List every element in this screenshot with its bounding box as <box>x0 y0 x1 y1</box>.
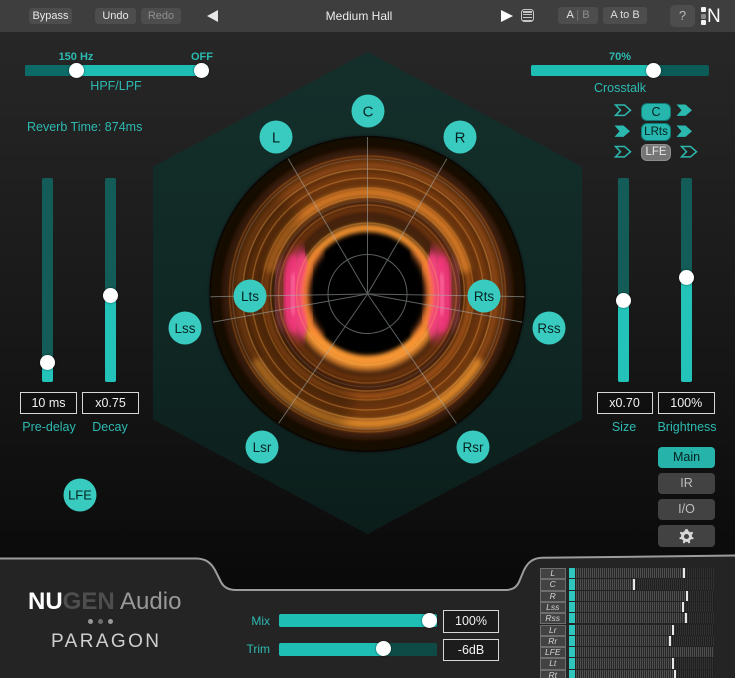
svg-text:R: R <box>455 130 466 147</box>
svg-text:LFE: LFE <box>68 488 92 503</box>
svg-text:Rsr: Rsr <box>463 440 484 455</box>
svg-text:Lsr: Lsr <box>253 440 272 455</box>
svg-text:L: L <box>272 130 280 147</box>
svg-text:Lss: Lss <box>174 321 195 336</box>
svg-text:Rts: Rts <box>474 289 495 304</box>
svg-text:C: C <box>363 104 374 121</box>
svg-text:Rss: Rss <box>537 321 560 336</box>
svg-text:Lts: Lts <box>241 289 259 304</box>
